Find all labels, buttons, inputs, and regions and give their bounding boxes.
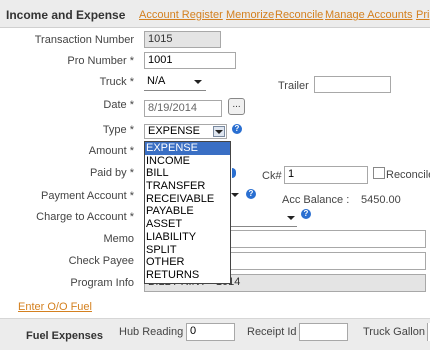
pro-number-label: Pro Number * xyxy=(67,55,134,67)
chevron-down-icon xyxy=(215,130,223,134)
paid-by-label: Paid by * xyxy=(89,167,134,179)
charge-to-account-label: Charge to Account * xyxy=(36,211,134,223)
option-asset[interactable]: ASSET xyxy=(145,218,230,231)
account-register-link[interactable]: Account Register xyxy=(139,9,223,21)
transaction-number-label: Transaction Number xyxy=(34,34,134,46)
pro-number-input[interactable]: 1001 xyxy=(144,52,236,69)
option-income[interactable]: INCOME xyxy=(145,155,230,168)
option-payable[interactable]: PAYABLE xyxy=(145,205,230,218)
date-label: Date * xyxy=(103,99,134,111)
truck-value: N/A xyxy=(147,75,166,87)
reconcile-checkbox[interactable] xyxy=(373,167,385,179)
memo-label: Memo xyxy=(103,233,134,245)
charge-to-account-select[interactable] xyxy=(231,210,297,227)
receipt-id-input[interactable] xyxy=(299,323,348,341)
enter-oo-fuel-link[interactable]: Enter O/O Fuel xyxy=(18,301,92,313)
truck-label: Truck * xyxy=(99,76,134,88)
trailer-label: Trailer xyxy=(278,80,309,92)
chevron-down-icon[interactable] xyxy=(231,193,239,197)
chevron-down-icon xyxy=(287,216,295,220)
trailer-input[interactable] xyxy=(314,76,391,93)
type-label: Type * xyxy=(102,124,134,136)
acc-balance-label: Acc Balance : xyxy=(282,194,350,206)
date-input[interactable]: 8/19/2014 xyxy=(144,100,222,117)
transaction-number-field: 1015 xyxy=(144,31,221,48)
help-icon[interactable] xyxy=(232,168,236,178)
truck-select[interactable]: N/A xyxy=(144,74,206,91)
option-split[interactable]: SPLIT xyxy=(145,244,230,257)
program-info-label: Program Info xyxy=(70,277,134,289)
option-returns[interactable]: RETURNS xyxy=(145,269,230,282)
manage-accounts-link[interactable]: Manage Accounts xyxy=(325,9,412,21)
print-link[interactable]: Pri xyxy=(416,9,429,21)
payment-account-label: Payment Account * xyxy=(41,190,134,202)
check-number-input[interactable]: 1 xyxy=(284,166,368,184)
check-payee-label: Check Payee xyxy=(68,255,134,267)
option-other[interactable]: OTHER xyxy=(145,256,230,269)
option-liability[interactable]: LIABILITY xyxy=(145,231,230,244)
truck-gallon-label: Truck Gallon xyxy=(363,326,425,338)
option-transfer[interactable]: TRANSFER xyxy=(145,180,230,193)
type-dropdown-list: EXPENSE INCOME BILL TRANSFER RECEIVABLE … xyxy=(144,141,231,284)
chevron-down-icon xyxy=(194,80,202,84)
reconcile-link[interactable]: Reconcile xyxy=(275,9,323,21)
option-receivable[interactable]: RECEIVABLE xyxy=(145,193,230,206)
amount-label: Amount * xyxy=(88,145,134,157)
date-picker-button[interactable]: ... xyxy=(228,98,245,115)
option-bill[interactable]: BILL xyxy=(145,167,230,180)
memorize-link[interactable]: Memorize xyxy=(226,9,274,21)
type-select[interactable]: EXPENSE xyxy=(144,124,227,139)
hub-reading-input[interactable]: 0 xyxy=(186,323,235,341)
fuel-expenses-title: Fuel Expenses xyxy=(26,330,104,342)
page-title: Income and Expense xyxy=(6,8,126,22)
help-icon[interactable]: ? xyxy=(246,189,256,199)
reconcile-label: Reconcile xyxy=(386,169,430,181)
receipt-id-label: Receipt Id xyxy=(247,326,297,338)
option-expense[interactable]: EXPENSE xyxy=(145,142,230,155)
acc-balance-value: 5450.00 xyxy=(361,194,401,206)
type-value: EXPENSE xyxy=(148,125,200,137)
help-icon[interactable]: ? xyxy=(232,124,242,134)
help-icon[interactable]: ? xyxy=(301,209,311,219)
check-number-label: Ck# xyxy=(262,170,282,182)
hub-reading-label: Hub Reading xyxy=(119,326,184,338)
